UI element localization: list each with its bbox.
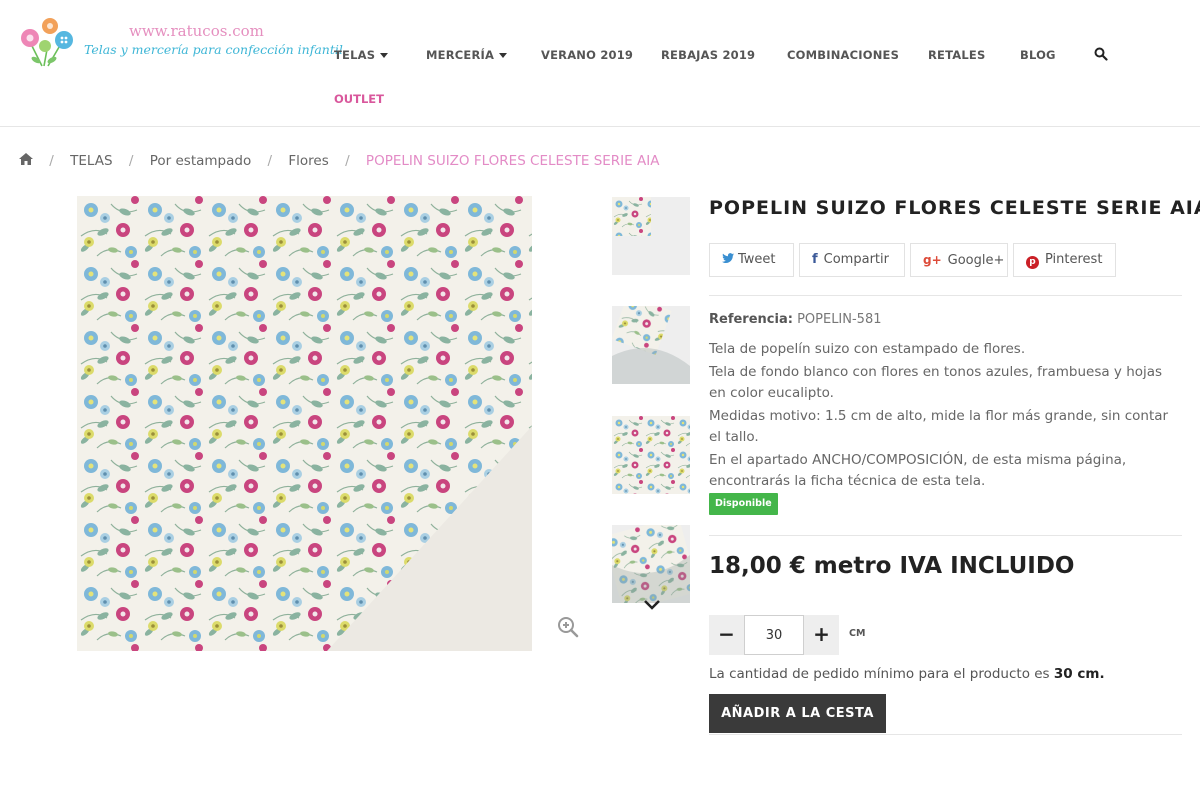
divider xyxy=(709,535,1182,536)
product-title: POPELIN SUIZO FLORES CELESTE SERIE AIA xyxy=(709,197,1200,219)
divider xyxy=(709,734,1182,735)
nav-item-label: MERCERÍA xyxy=(426,48,495,62)
min-note-text: La cantidad de pedido mínimo para el pro… xyxy=(709,666,1050,682)
nav-item-rebajas-2019[interactable]: REBAJAS 2019 xyxy=(661,48,755,62)
breadcrumb-separator: / xyxy=(49,153,54,169)
divider xyxy=(709,295,1182,296)
product-thumbnail[interactable] xyxy=(612,525,690,603)
twitter-icon xyxy=(722,253,734,263)
nav-item-outlet[interactable]: OUTLET xyxy=(334,92,384,106)
nav-item-combinaciones[interactable]: COMBINACIONES xyxy=(787,48,899,62)
nav-item-telas[interactable]: TELAS xyxy=(334,48,389,62)
product-description: Tela de popelín suizo con estampado de f… xyxy=(709,339,1179,494)
add-to-cart-button[interactable]: AÑADIR A LA CESTA xyxy=(709,694,886,733)
breadcrumb-item-por-estampado[interactable]: Por estampado xyxy=(150,153,252,169)
search-icon[interactable] xyxy=(1094,47,1108,61)
facebook-icon: f xyxy=(812,252,818,267)
nav-item-label: TELAS xyxy=(334,48,376,62)
availability-badge: Disponible xyxy=(709,493,778,515)
caret-down-icon xyxy=(499,53,508,58)
breadcrumb-item-telas[interactable]: TELAS xyxy=(70,153,112,169)
description-paragraph: En el apartado ANCHO/COMPOSICIÓN, de est… xyxy=(709,451,1127,490)
facebook-label: Compartir xyxy=(823,252,889,267)
product-main-image[interactable] xyxy=(77,196,532,651)
caret-down-icon xyxy=(380,53,389,58)
reference-label: Referencia: xyxy=(709,312,793,327)
product-price: 18,00 € metro IVA INCLUIDO xyxy=(709,553,1075,579)
breadcrumb-current: POPELIN SUIZO FLORES CELESTE SERIE AIA xyxy=(365,153,660,169)
description-paragraph: Medidas motivo: 1.5 cm de alto, mide la … xyxy=(709,407,1169,446)
site-header: www.ratucos.com Telas y mercería para co… xyxy=(0,0,1200,127)
breadcrumb-separator: / xyxy=(345,153,350,169)
quantity-decrease-button[interactable]: − xyxy=(709,615,744,655)
nav-item-merceria[interactable]: MERCERÍA xyxy=(426,48,508,62)
min-note-value: 30 cm. xyxy=(1053,666,1105,682)
pinterest-icon: p xyxy=(1026,256,1039,269)
product-thumbnail[interactable] xyxy=(612,416,690,494)
googleplus-share-button[interactable]: g+ Google+ xyxy=(910,243,1008,277)
breadcrumb-item-flores[interactable]: Flores xyxy=(288,153,328,169)
logo-url-text: www.ratucos.com xyxy=(129,22,264,40)
description-paragraph: Tela de fondo blanco con flores en tonos… xyxy=(709,363,1163,402)
product-reference: Referencia: POPELIN-581 xyxy=(709,312,882,327)
product-thumbnail[interactable] xyxy=(612,197,690,275)
home-icon xyxy=(19,153,33,165)
description-paragraph: Tela de popelín suizo con estampado de f… xyxy=(709,341,1026,357)
pinterest-share-button[interactable]: p Pinterest xyxy=(1013,243,1116,277)
product-thumbnail[interactable] xyxy=(612,306,690,384)
breadcrumb-home[interactable] xyxy=(19,153,33,169)
thumbnail-image xyxy=(612,525,690,603)
thumbnail-image xyxy=(612,197,651,236)
googleplus-icon: g+ xyxy=(923,253,942,267)
breadcrumb-separator: / xyxy=(128,153,134,169)
fabric-pattern-image xyxy=(77,196,532,651)
nav-item-verano-2019[interactable]: VERANO 2019 xyxy=(541,48,633,62)
site-logo[interactable]: www.ratucos.com Telas y mercería para co… xyxy=(18,16,343,72)
tweet-button[interactable]: Tweet xyxy=(709,243,794,277)
logo-flowers-icon xyxy=(21,18,73,67)
googleplus-label: Google+ xyxy=(947,253,1005,268)
nav-item-retales[interactable]: RETALES xyxy=(928,48,985,62)
facebook-share-button[interactable]: f Compartir xyxy=(799,243,905,277)
minimum-quantity-note: La cantidad de pedido mínimo para el pro… xyxy=(709,666,1105,682)
zoom-in-icon[interactable] xyxy=(557,616,579,638)
nav-item-blog[interactable]: BLOG xyxy=(1020,48,1056,62)
quantity-input[interactable] xyxy=(744,615,804,655)
breadcrumb: / TELAS / Por estampado / Flores / POPEL… xyxy=(19,153,659,169)
quantity-increase-button[interactable]: + xyxy=(804,615,839,655)
reference-value: POPELIN-581 xyxy=(797,312,882,327)
thumbnail-image xyxy=(612,416,690,494)
tweet-label: Tweet xyxy=(738,252,776,267)
pinterest-label: Pinterest xyxy=(1045,252,1103,267)
chevron-down-icon[interactable] xyxy=(643,599,661,611)
logo-tagline: Telas y mercería para confección infanti… xyxy=(84,42,343,57)
quantity-unit: CM xyxy=(849,628,866,639)
breadcrumb-separator: / xyxy=(267,153,273,169)
thumbnail-image xyxy=(612,306,690,384)
